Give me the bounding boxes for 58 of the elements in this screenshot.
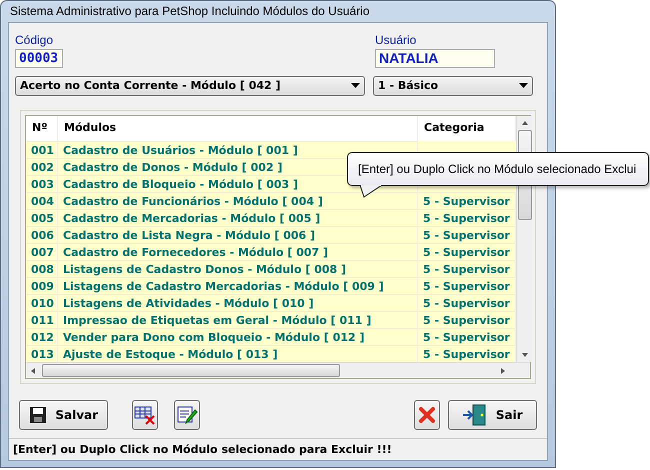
module-cell: Impressao de Etiquetas em Geral - Módulo [ 011 ] bbox=[58, 311, 418, 328]
module-cell: Listagens de Cadastro Donos - Módulo [ 008 ] bbox=[58, 260, 418, 277]
category-cell: 5 - Supervisor bbox=[418, 277, 516, 294]
status-bar: [Enter] ou Duplo Click no Módulo selecionado para Excluir !!! bbox=[9, 438, 547, 460]
x-icon bbox=[416, 405, 437, 425]
category-cell: 5 - Supervisor bbox=[418, 345, 516, 362]
modules-header[interactable]: Módulos bbox=[58, 116, 418, 141]
number-cell: 007 bbox=[26, 243, 58, 260]
window-title: Sistema Administrativo para PetShop Incluindo Módulos do Usuário bbox=[9, 3, 371, 20]
grid-delete-icon bbox=[134, 405, 156, 425]
code-label: Código bbox=[15, 32, 54, 46]
module-cell: Cadastro de Usuários - Módulo [ 001 ] bbox=[58, 141, 418, 158]
exit-button[interactable]: Sair bbox=[448, 400, 537, 430]
user-field[interactable]: NATALIA bbox=[375, 49, 495, 68]
module-cell: Listagens de Atividades - Módulo [ 010 ] bbox=[58, 294, 418, 311]
number-cell: 013 bbox=[26, 345, 58, 362]
number-cell: 006 bbox=[26, 226, 58, 243]
number-cell: 008 bbox=[26, 260, 58, 277]
number-cell: 004 bbox=[26, 192, 58, 209]
category-cell: 5 - Supervisor bbox=[418, 328, 516, 345]
category-cell: 5 - Supervisor bbox=[418, 294, 516, 311]
category-cell: 5 - Supervisor bbox=[418, 192, 516, 209]
number-cell: 005 bbox=[26, 209, 58, 226]
dropdown-arrow-icon bbox=[351, 83, 360, 89]
number-cell: 011 bbox=[26, 311, 58, 328]
edit-button[interactable] bbox=[174, 400, 200, 430]
module-cell: Cadastro de Fornecedores - Módulo [ 007 ] bbox=[58, 243, 418, 260]
category-cell: 5 - Supervisor bbox=[418, 243, 516, 260]
module-cell: Cadastro de Mercadorias - Módulo [ 005 ] bbox=[58, 209, 418, 226]
number-cell: 003 bbox=[26, 175, 58, 192]
tooltip: [Enter] ou Duplo Click no Módulo selecionado Exclui bbox=[347, 152, 649, 186]
save-button[interactable]: Salvar bbox=[19, 400, 108, 430]
door-exit-icon bbox=[462, 404, 488, 426]
code-field[interactable]: 00003 bbox=[15, 49, 63, 68]
number-cell: 009 bbox=[26, 277, 58, 294]
notepad-pencil-icon bbox=[176, 405, 198, 425]
category-cell: 5 - Supervisor bbox=[418, 209, 516, 226]
number-cell: 012 bbox=[26, 328, 58, 345]
scroll-thumb[interactable] bbox=[42, 364, 340, 377]
category-cell: 5 - Supervisor bbox=[418, 311, 516, 328]
module-cell: Cadastro de Funcionários - Módulo [ 004 ] bbox=[58, 192, 418, 209]
number-cell: 002 bbox=[26, 158, 58, 175]
module-cell: Ajuste de Estoque - Módulo [ 013 ] bbox=[58, 345, 418, 362]
module-dropdown[interactable]: Acerto no Conta Corrente - Módulo [ 042 ] bbox=[15, 76, 365, 96]
number-cell: 010 bbox=[26, 294, 58, 311]
module-cell: Cadastro de Lista Negra - Módulo [ 006 ] bbox=[58, 226, 418, 243]
cancel-button[interactable] bbox=[414, 400, 440, 430]
category-header[interactable]: Categoria bbox=[418, 116, 516, 141]
level-dropdown[interactable]: 1 - Básico bbox=[373, 76, 533, 96]
delete-button[interactable] bbox=[132, 400, 158, 430]
number-header[interactable]: Nº bbox=[26, 116, 58, 141]
user-label: Usuário bbox=[375, 32, 416, 46]
number-cell: 001 bbox=[26, 141, 58, 158]
dropdown-arrow-icon bbox=[519, 83, 528, 89]
module-cell: Vender para Dono com Bloqueio - Módulo [ 012 ] bbox=[58, 328, 418, 345]
category-cell: 5 - Supervisor bbox=[418, 260, 516, 277]
category-cell: 5 - Supervisor bbox=[418, 226, 516, 243]
module-cell: Listagens de Cadastro Mercadorias - Módulo [ 009 ] bbox=[58, 277, 418, 294]
